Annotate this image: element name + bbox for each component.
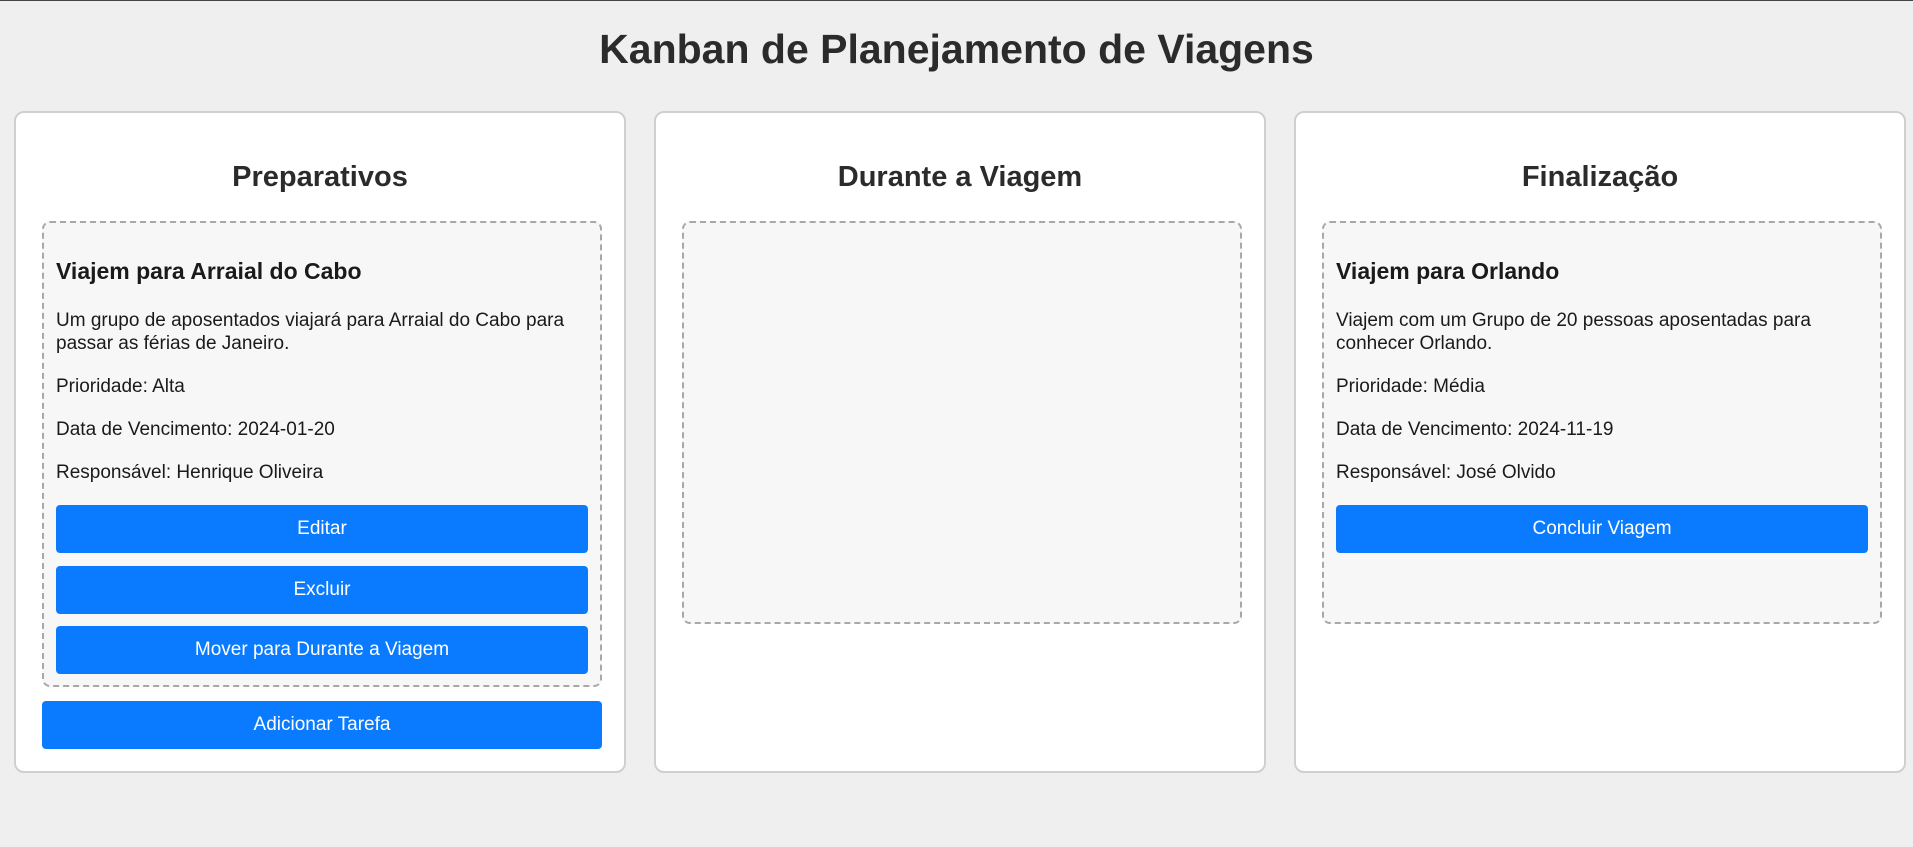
column-finalizacao: Finalização Viajem para Orlando Viajem c… [1294,111,1906,773]
column-durante-a-viagem: Durante a Viagem [654,111,1266,773]
delete-button[interactable]: Excluir [56,566,588,614]
card-title: Viajem para Orlando [1336,258,1560,284]
card-description: Um grupo de aposentados viajará para Arr… [56,310,565,354]
column-title: Durante a Viagem [837,161,1083,193]
column-title: Preparativos [232,161,408,193]
card-priority: Prioridade: Alta [56,376,185,397]
column-preparativos: Preparativos Viajem para Arraial do Cabo… [14,111,626,773]
add-task-button[interactable]: Adicionar Tarefa [42,701,602,749]
card-priority: Prioridade: Média [1336,376,1485,397]
edit-button[interactable]: Editar [56,505,588,553]
dropzone-durante-a-viagem[interactable] [682,221,1242,624]
card-title: Viajem para Arraial do Cabo [56,258,362,284]
page-title: Kanban de Planejamento de Viagens [599,26,1314,72]
card-owner: Responsável: Henrique Oliveira [56,462,324,483]
complete-trip-button[interactable]: Concluir Viagem [1336,505,1868,553]
dropzone-finalizacao[interactable]: Viajem para Orlando Viajem com um Grupo … [1322,221,1882,624]
column-title: Finalização [1521,161,1679,193]
card-owner: Responsável: José Olvido [1336,462,1556,483]
move-button[interactable]: Mover para Durante a Viagem [56,626,588,674]
card-due-date: Data de Vencimento: 2024-01-20 [56,419,335,440]
card-description: Viajem com um Grupo de 20 pessoas aposen… [1336,310,1811,354]
card-due-date: Data de Vencimento: 2024-11-19 [1336,419,1614,440]
dropzone-preparativos[interactable]: Viajem para Arraial do Cabo Um grupo de … [42,221,602,687]
